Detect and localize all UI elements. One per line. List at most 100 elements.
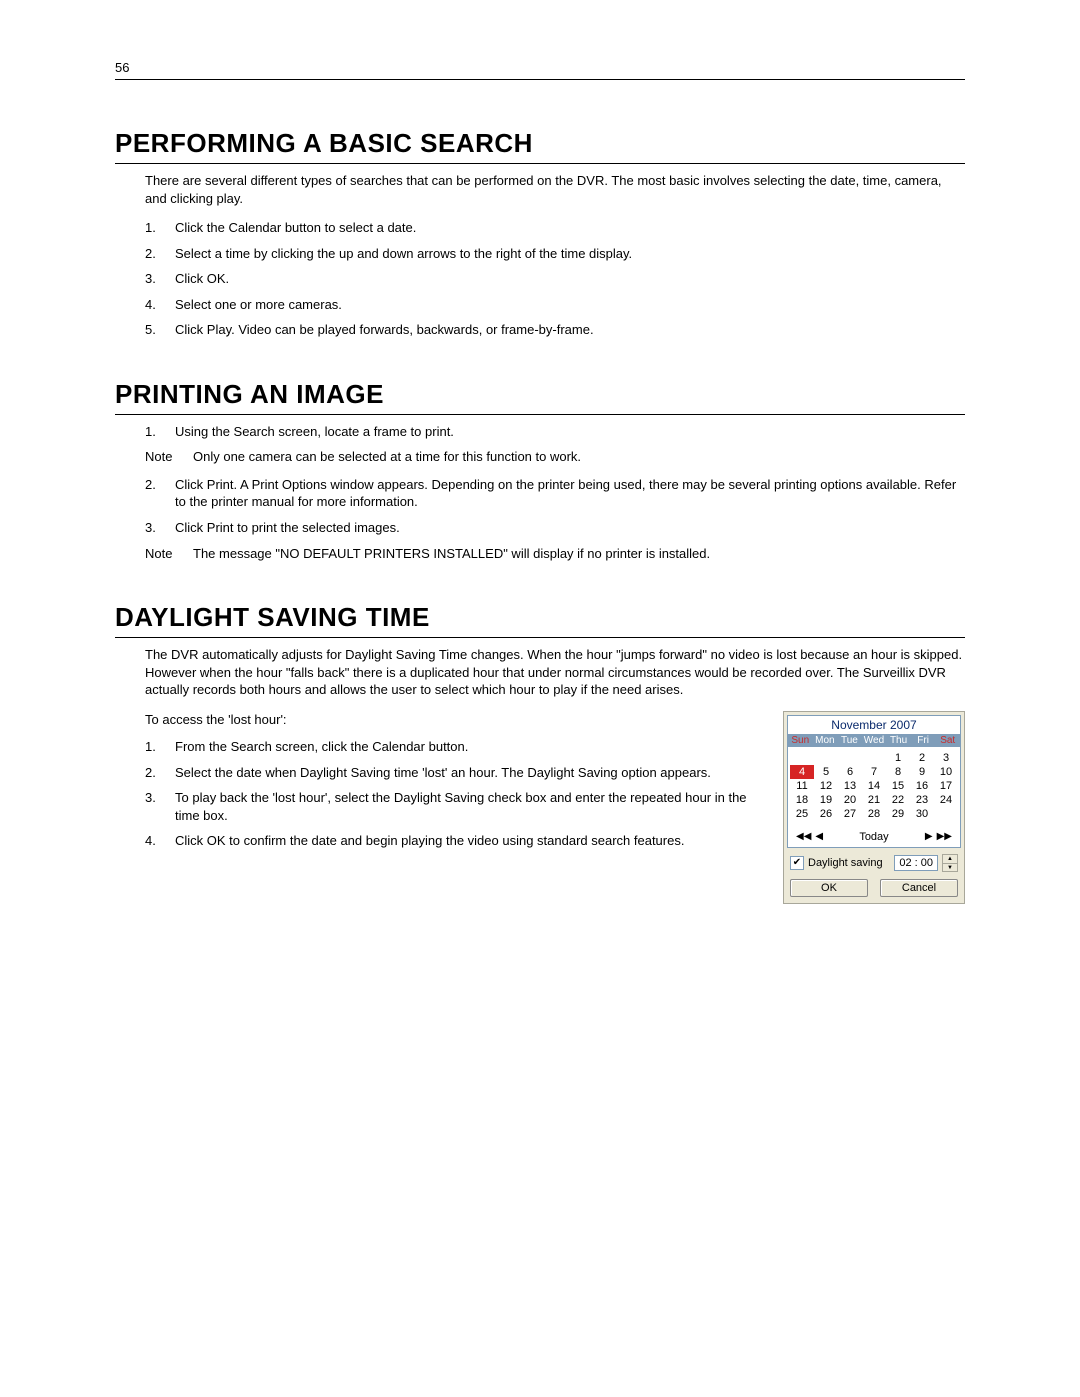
calendar-month: November 2007	[788, 716, 960, 734]
calendar-cell[interactable]: 24	[934, 793, 958, 807]
list-item: 3.Click OK.	[145, 270, 965, 288]
section3-access: To access the 'lost hour':	[115, 711, 767, 729]
note-row: Note The message "NO DEFAULT PRINTERS IN…	[115, 545, 965, 563]
daylight-saving-label: Daylight saving	[808, 857, 883, 869]
calendar-cell[interactable]	[838, 751, 862, 765]
calendar-cell[interactable]: 3	[934, 751, 958, 765]
calendar-cell[interactable]: 28	[862, 807, 886, 821]
dst-left: To access the 'lost hour': 1.From the Se…	[115, 711, 767, 904]
calendar-cell[interactable]: 5	[814, 765, 838, 779]
list-item: 4.Select one or more cameras.	[145, 296, 965, 314]
section3-steps: 1.From the Search screen, click the Cale…	[115, 738, 767, 850]
day-thu: Thu	[886, 735, 911, 746]
calendar-cell[interactable]: 8	[886, 765, 910, 779]
calendar-cell[interactable]: 29	[886, 807, 910, 821]
list-item: 2.Select the date when Daylight Saving t…	[145, 764, 767, 782]
daylight-saving-row: ✔ Daylight saving 02 : 00 ▲ ▼	[784, 851, 964, 875]
section1-rule	[115, 163, 965, 164]
calendar-cell[interactable]: 23	[910, 793, 934, 807]
section3-intro: The DVR automatically adjusts for Daylig…	[115, 646, 965, 699]
list-item-text: Click Print. A Print Options window appe…	[175, 477, 956, 510]
day-fri: Fri	[911, 735, 936, 746]
ok-button[interactable]: OK	[790, 879, 868, 897]
day-sat: Sat	[935, 735, 960, 746]
calendar-grid: 1 2 3 4 5 6 7 8 9 10 11	[788, 747, 960, 829]
calendar-cell[interactable]: 21	[862, 793, 886, 807]
section1-intro: There are several different types of sea…	[115, 172, 965, 207]
calendar-cell[interactable]: 17	[934, 779, 958, 793]
calendar-cell[interactable]: 19	[814, 793, 838, 807]
calendar-cell[interactable]: 26	[814, 807, 838, 821]
section2-steps-b: 2.Click Print. A Print Options window ap…	[115, 476, 965, 537]
next-month-icon[interactable]: ▶	[923, 831, 935, 842]
calendar-cell[interactable]	[862, 751, 886, 765]
calendar-cell[interactable]: 15	[886, 779, 910, 793]
calendar-cell[interactable]	[814, 751, 838, 765]
calendar-day-header: Sun Mon Tue Wed Thu Fri Sat	[788, 734, 960, 747]
list-item-text: Select the date when Daylight Saving tim…	[175, 765, 711, 780]
prev-month-icon[interactable]: ◀	[813, 831, 825, 842]
spinner-up-icon[interactable]: ▲	[943, 855, 957, 864]
prev-year-icon[interactable]: ◀◀	[794, 831, 813, 842]
day-mon: Mon	[813, 735, 838, 746]
list-item-text: From the Search screen, click the Calend…	[175, 739, 468, 754]
calendar-cell[interactable]: 30	[910, 807, 934, 821]
day-sun: Sun	[788, 735, 813, 746]
note-text: Only one camera can be selected at a tim…	[193, 448, 965, 466]
daylight-saving-checkbox[interactable]: ✔	[790, 856, 804, 870]
time-input[interactable]: 02 : 00	[894, 855, 938, 871]
cancel-button[interactable]: Cancel	[880, 879, 958, 897]
calendar-cell[interactable]: 16	[910, 779, 934, 793]
top-rule	[115, 79, 965, 80]
calendar-cell[interactable]: 22	[886, 793, 910, 807]
section3-title: DAYLIGHT SAVING TIME	[115, 602, 965, 633]
list-item-text: Select a time by clicking the up and dow…	[175, 246, 632, 261]
calendar-cell[interactable]: 18	[790, 793, 814, 807]
calendar-nav: ◀◀ ◀ Today ▶ ▶▶	[788, 829, 960, 847]
section1-steps: 1.Click the Calendar button to select a …	[115, 219, 965, 339]
list-item: 1.Using the Search screen, locate a fram…	[145, 423, 965, 441]
calendar-cell-selected[interactable]: 4	[790, 765, 814, 779]
calendar-cell[interactable]	[790, 751, 814, 765]
calendar-cell[interactable]: 6	[838, 765, 862, 779]
list-item-text: Click OK to confirm the date and begin p…	[175, 833, 684, 848]
list-item-text: Using the Search screen, locate a frame …	[175, 424, 454, 439]
document-page: 56 PERFORMING A BASIC SEARCH There are s…	[0, 0, 1080, 1397]
calendar-cell[interactable]: 2	[910, 751, 934, 765]
note-text: The message "NO DEFAULT PRINTERS INSTALL…	[193, 545, 965, 563]
list-item: 2.Select a time by clicking the up and d…	[145, 245, 965, 263]
calendar-cell[interactable]: 9	[910, 765, 934, 779]
list-item: 5.Click Play. Video can be played forwar…	[145, 321, 965, 339]
list-item-text: Click OK.	[175, 271, 229, 286]
section2-steps-a: 1.Using the Search screen, locate a fram…	[115, 423, 965, 441]
list-item-text: To play back the 'lost hour', select the…	[175, 790, 747, 823]
note-label: Note	[145, 545, 193, 563]
calendar-cell[interactable]: 13	[838, 779, 862, 793]
dialog-button-row: OK Cancel	[784, 875, 964, 903]
calendar-cell[interactable]: 1	[886, 751, 910, 765]
calendar-cell[interactable]	[934, 807, 958, 821]
list-item: 3.Click Print to print the selected imag…	[145, 519, 965, 537]
today-button[interactable]: Today	[825, 831, 923, 843]
calendar-cell[interactable]: 27	[838, 807, 862, 821]
calendar-cell[interactable]: 12	[814, 779, 838, 793]
dst-layout: To access the 'lost hour': 1.From the Se…	[115, 711, 965, 904]
calendar-cell[interactable]: 20	[838, 793, 862, 807]
next-year-icon[interactable]: ▶▶	[935, 831, 954, 842]
section2-rule	[115, 414, 965, 415]
calendar-cell[interactable]: 10	[934, 765, 958, 779]
list-item-text: Click Play. Video can be played forwards…	[175, 322, 594, 337]
calendar-cell[interactable]: 14	[862, 779, 886, 793]
time-spinner[interactable]: ▲ ▼	[942, 854, 958, 872]
calendar-inner: November 2007 Sun Mon Tue Wed Thu Fri Sa…	[787, 715, 961, 848]
page-number: 56	[115, 60, 965, 75]
calendar-cell[interactable]: 11	[790, 779, 814, 793]
calendar-cell[interactable]: 25	[790, 807, 814, 821]
list-item-text: Click Print to print the selected images…	[175, 520, 400, 535]
note-row: Note Only one camera can be selected at …	[115, 448, 965, 466]
spinner-down-icon[interactable]: ▼	[943, 864, 957, 872]
list-item: 2.Click Print. A Print Options window ap…	[145, 476, 965, 511]
calendar-cell[interactable]: 7	[862, 765, 886, 779]
note-label: Note	[145, 448, 193, 466]
day-tue: Tue	[837, 735, 862, 746]
